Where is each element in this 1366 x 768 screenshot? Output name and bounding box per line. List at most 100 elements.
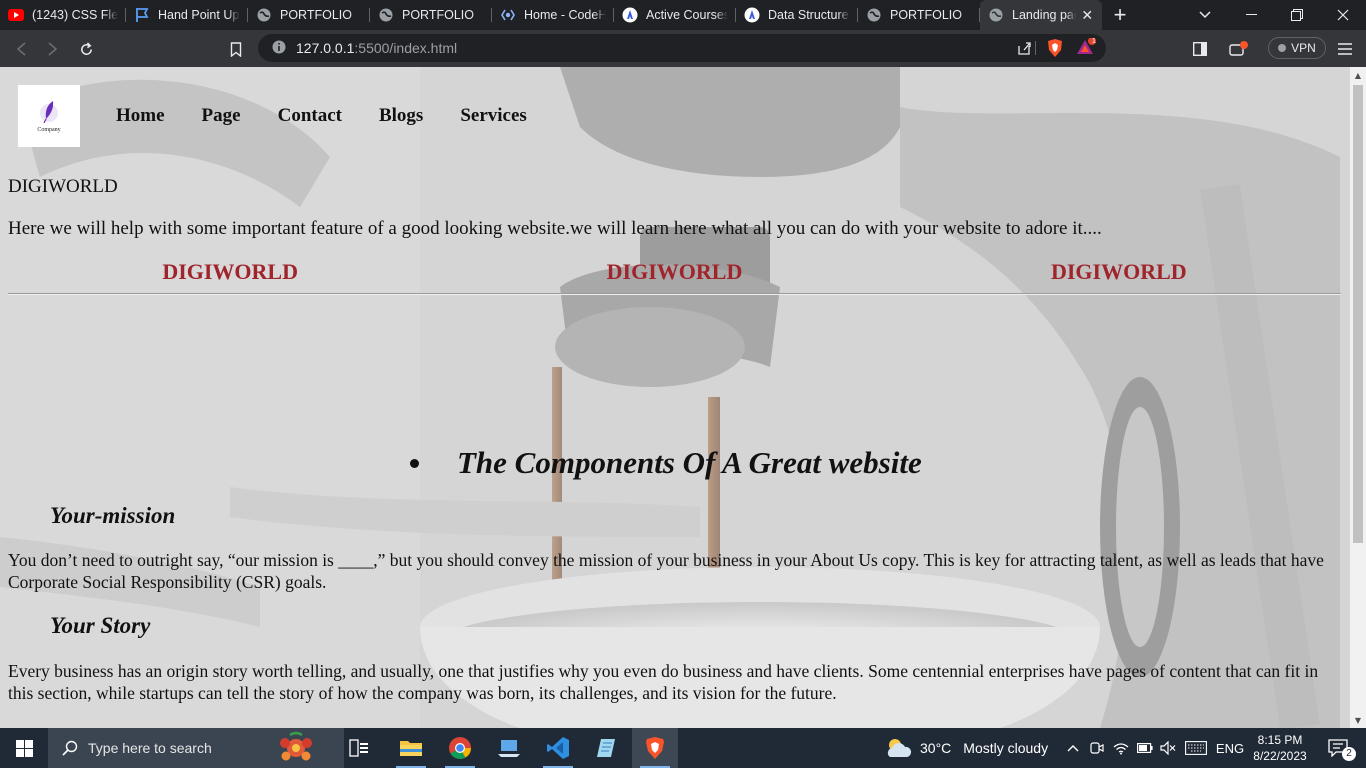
pinned-app-button[interactable] (486, 728, 532, 768)
globe-icon (866, 7, 882, 23)
close-tab-icon[interactable]: ✕ (1080, 7, 1094, 23)
tab-hand-point-up[interactable]: Hand Point Up Cursor (126, 0, 248, 30)
brand-name: DIGIWORLD (8, 176, 118, 197)
windows-logo-icon (15, 739, 33, 757)
show-hidden-icons-button[interactable] (1064, 728, 1082, 768)
address-bar[interactable]: 127.0.0.1:5500/index.html 1 (258, 34, 1106, 62)
course-icon (622, 7, 638, 23)
notification-count: 2 (1342, 747, 1356, 761)
nav-home[interactable]: Home (116, 105, 165, 127)
divider (1035, 41, 1036, 55)
course-icon (744, 7, 760, 23)
scroll-thumb[interactable] (1353, 85, 1363, 543)
vscode-button[interactable] (535, 728, 581, 768)
title-digiworld-2: DIGIWORLD (606, 259, 743, 284)
title-digiworld-1: DIGIWORLD (162, 259, 298, 284)
company-logo[interactable]: Company (18, 85, 80, 147)
flag-icon (134, 7, 150, 23)
tab-title: Landing page (1012, 8, 1076, 22)
tab-css-flexbox[interactable]: (1243) CSS Flexbox (0, 0, 126, 30)
page-scrollbar[interactable]: ▲ ▼ (1350, 67, 1366, 728)
tab-title: PORTFOLIO (890, 8, 963, 22)
url-host: 127.0.0.1 (296, 40, 355, 56)
feather-logo-icon (40, 101, 58, 124)
taskbar-search[interactable]: Type here to search (48, 728, 344, 768)
wifi-icon[interactable] (1112, 728, 1130, 768)
reload-button[interactable] (73, 36, 99, 62)
touch-keyboard-icon[interactable] (1184, 728, 1208, 768)
back-button[interactable] (8, 36, 34, 62)
tab-search-button[interactable] (1182, 0, 1228, 30)
chrome-icon (449, 737, 471, 759)
system-clock[interactable]: 8:15 PM 8/22/2023 (1248, 732, 1312, 764)
chrome-button[interactable] (437, 728, 483, 768)
weather-widget[interactable]: 30°C Mostly cloudy (884, 728, 1048, 768)
laptop-app-icon (498, 740, 520, 757)
tab-data-structures[interactable]: Data Structures (736, 0, 858, 30)
brave-shields-icon[interactable] (1046, 38, 1064, 61)
vpn-status-icon (1278, 44, 1287, 52)
tab-portfolio-3[interactable]: PORTFOLIO (858, 0, 980, 30)
nav-page[interactable]: Page (202, 105, 241, 127)
file-explorer-button[interactable] (388, 728, 434, 768)
tab-title: PORTFOLIO (280, 8, 353, 22)
vpn-label: VPN (1291, 41, 1316, 55)
nav-services[interactable]: Services (460, 105, 526, 127)
nav-blogs[interactable]: Blogs (379, 105, 423, 127)
notepad-icon (597, 739, 615, 757)
close-window-button[interactable] (1320, 0, 1366, 30)
site-info-icon[interactable] (272, 40, 286, 57)
section-body-mission: You don’t need to outright say, “our mis… (8, 550, 1324, 592)
components-heading-text: The Components Of A Great website (457, 445, 922, 480)
rewards-badge-count: 1 (1092, 38, 1096, 45)
chevron-up-icon (1067, 745, 1079, 752)
minimize-button[interactable] (1228, 0, 1274, 30)
folder-icon (400, 741, 422, 756)
share-icon[interactable] (1016, 40, 1032, 59)
section-body-story: Every business has an origin story worth… (8, 661, 1319, 703)
landing-page: Company Home Page Contact Blogs Services… (0, 67, 1350, 728)
vscode-icon (547, 737, 569, 759)
tab-landing-page[interactable]: Landing page ✕ (980, 0, 1102, 30)
weather-temp: 30°C (920, 740, 952, 756)
notification-center-button[interactable]: 2 (1318, 728, 1358, 768)
task-view-button[interactable] (336, 728, 382, 768)
battery-icon[interactable] (1136, 728, 1154, 768)
start-button[interactable] (0, 728, 48, 768)
restore-button[interactable] (1274, 0, 1320, 30)
scroll-up-arrow-icon[interactable]: ▲ (1350, 67, 1366, 83)
clock-time: 8:15 PM (1257, 733, 1303, 747)
tab-strip: (1243) CSS Flexbox Hand Point Up Cursor … (0, 0, 1366, 30)
volume-muted-icon[interactable] (1159, 728, 1177, 768)
search-highlight-icon (280, 731, 312, 761)
tab-active-courses[interactable]: Active Courses (614, 0, 736, 30)
new-tab-button[interactable]: + (1106, 0, 1134, 30)
menu-icon[interactable] (1332, 36, 1358, 62)
task-view-icon (349, 739, 368, 757)
intro-text: Here we will help with some important fe… (8, 218, 1102, 239)
bookmark-icon[interactable] (223, 36, 249, 62)
weather-desc: Mostly cloudy (963, 740, 1049, 756)
input-language[interactable]: ENG (1214, 728, 1246, 768)
section-title-story: Your Story (50, 613, 151, 638)
notepad-button[interactable] (584, 728, 630, 768)
tab-codehelp[interactable]: Home - CodeHelp (492, 0, 614, 30)
horizontal-rule (8, 293, 1341, 295)
brave-browser-button[interactable] (632, 728, 678, 768)
tab-title: Hand Point Up Cursor (158, 8, 240, 22)
vpn-button[interactable]: VPN (1268, 37, 1326, 59)
cloudy-weather-icon (887, 739, 912, 757)
bullet-icon (410, 458, 419, 468)
tab-portfolio-2[interactable]: PORTFOLIO (370, 0, 492, 30)
wallet-icon[interactable] (1226, 36, 1252, 62)
scroll-down-arrow-icon[interactable]: ▼ (1350, 712, 1366, 728)
title-digiworld-3: DIGIWORLD (1050, 259, 1187, 284)
meet-now-icon[interactable] (1088, 728, 1106, 768)
tab-portfolio-1[interactable]: PORTFOLIO (248, 0, 370, 30)
nav-contact[interactable]: Contact (278, 105, 342, 127)
clock-date: 8/22/2023 (1253, 749, 1307, 763)
forward-button[interactable] (40, 36, 66, 62)
url-path: :5500/index.html (354, 40, 458, 56)
sidebar-toggle-icon[interactable] (1187, 36, 1213, 62)
title-row: DIGIWORLD DIGIWORLD DIGIWORLD (8, 259, 1341, 285)
